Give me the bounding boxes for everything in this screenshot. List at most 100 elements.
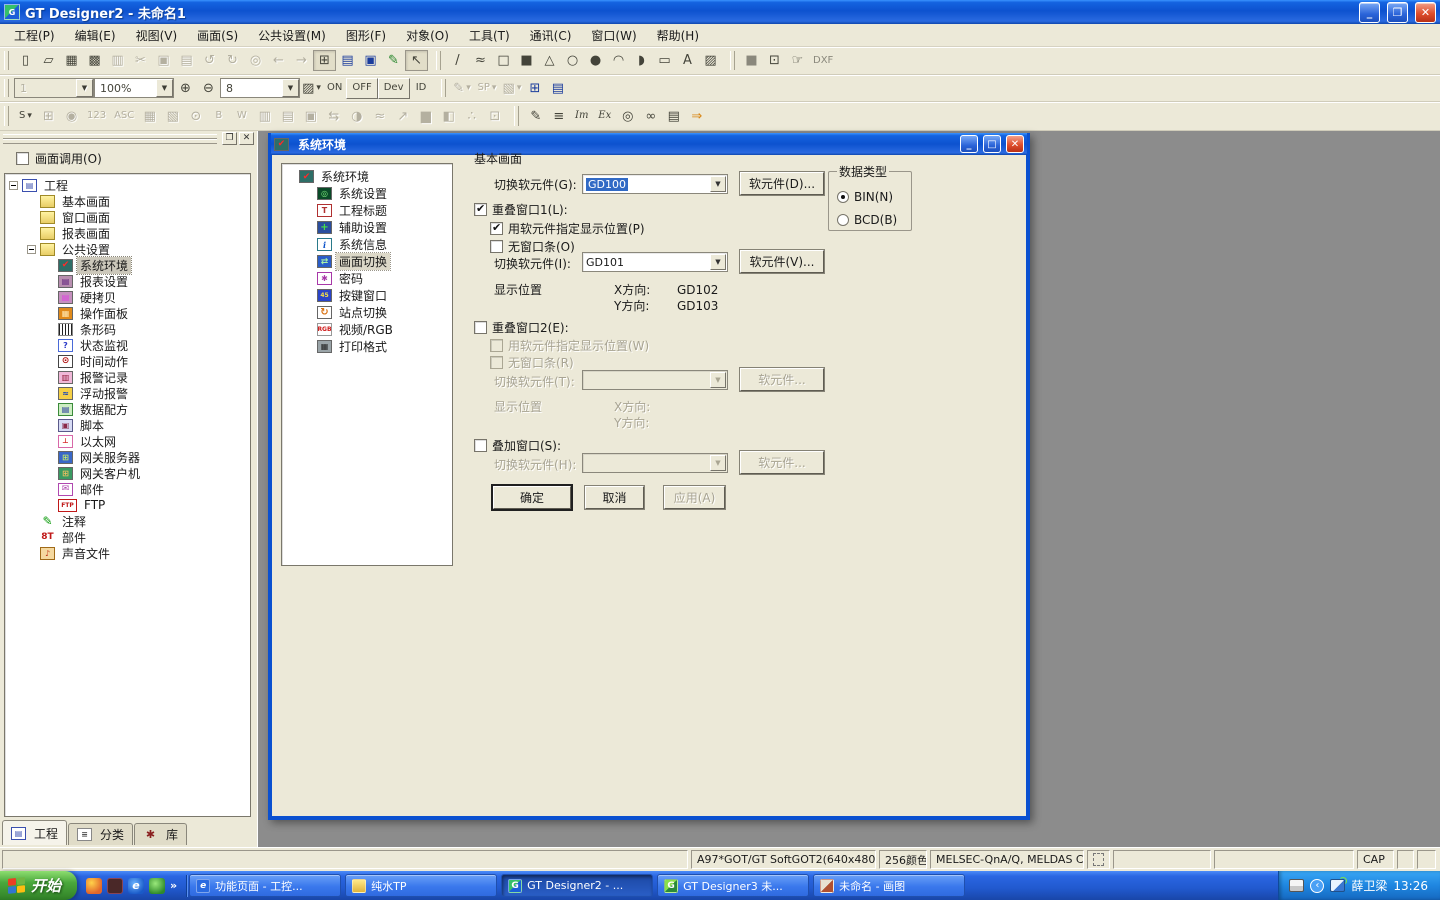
internet-explorer-icon[interactable]: e: [128, 878, 144, 894]
dxf-icon[interactable]: DXF: [809, 50, 837, 71]
next-screen-icon[interactable]: →: [290, 50, 313, 71]
tree-item[interactable]: ▦ 操作面板: [5, 305, 250, 321]
dropdown-arrow-icon[interactable]: [710, 254, 726, 270]
settings-tree-item[interactable]: ◎ 系统设置: [282, 185, 452, 202]
numerical-display-icon[interactable]: 123: [83, 106, 110, 127]
minimize-button[interactable]: _: [1359, 2, 1380, 23]
tree-item[interactable]: ✎ 注释: [5, 513, 250, 529]
save-as-icon[interactable]: ▩: [83, 50, 106, 71]
keyboard-icon[interactable]: ▤: [662, 106, 685, 127]
tree-item[interactable]: ♪ 声音文件: [5, 545, 250, 561]
parts-display-icon[interactable]: ▣: [299, 106, 322, 127]
fill-pattern-icon[interactable]: ▧: [500, 78, 523, 99]
taskbar-task[interactable]: e 功能页面 - 工控...: [189, 874, 341, 897]
settings-tree-item[interactable]: RGB 视频/RGB: [282, 321, 452, 338]
cascade-windows-icon[interactable]: ▣: [359, 50, 382, 71]
workspace-tab[interactable]: ≡ 分类: [68, 823, 133, 845]
menu-item[interactable]: 对象(O): [396, 25, 459, 46]
tree-item[interactable]: 条形码: [5, 321, 250, 337]
settings-tree-item[interactable]: ✱ 密码: [282, 270, 452, 287]
device-v-button[interactable]: 软元件(V)...: [740, 250, 824, 273]
media-app-icon[interactable]: [149, 878, 165, 894]
tree-item[interactable]: 报表画面: [5, 225, 250, 241]
touch-key-icon[interactable]: ⊡: [483, 106, 506, 127]
lamp-icon[interactable]: ◉: [60, 106, 83, 127]
settings-tree-item[interactable]: ↻ 站点切换: [282, 304, 452, 321]
settings-tree-item[interactable]: ⇄ 画面切换: [282, 253, 452, 270]
bit-comment-icon[interactable]: B: [207, 106, 230, 127]
sp-style-icon[interactable]: SP: [474, 78, 501, 99]
messenger-icon[interactable]: [86, 878, 102, 894]
overlap1-switch-device-combo[interactable]: GD101: [582, 252, 728, 272]
tree-item[interactable]: ✉ 邮件: [5, 481, 250, 497]
circle-icon[interactable]: ○: [561, 50, 584, 71]
keyboard-icon[interactable]: [1289, 879, 1304, 892]
more-icons-chevron[interactable]: »: [170, 878, 177, 894]
tree-item[interactable]: FTP FTP: [5, 497, 250, 513]
word-comment-icon[interactable]: W: [230, 106, 253, 127]
start-button[interactable]: 开始: [0, 871, 77, 900]
line-graph-icon[interactable]: ↗: [391, 106, 414, 127]
import-icon[interactable]: Im: [570, 106, 593, 127]
switch-icon[interactable]: ⊞: [37, 106, 60, 127]
panel-grip[interactable]: ❐ ✕: [0, 131, 257, 147]
rectangle-icon[interactable]: □: [492, 50, 515, 71]
stamp-dropdown[interactable]: S: [14, 106, 37, 127]
print-icon[interactable]: ▥: [106, 50, 129, 71]
taskbar-task[interactable]: G GT Designer2 - ...: [501, 874, 653, 897]
taskbar-task[interactable]: 纯水TP: [345, 874, 497, 897]
library-editor-icon[interactable]: ✎: [524, 106, 547, 127]
data-list-icon[interactable]: ▤: [546, 78, 569, 99]
ime-label[interactable]: 薛卫梁: [1351, 877, 1387, 894]
settings-tree-item[interactable]: ✔ 系统环境: [282, 168, 452, 185]
tree-item[interactable]: ? 状态监视: [5, 337, 250, 353]
on-label[interactable]: ON: [323, 78, 346, 99]
scale-icon[interactable]: ▭: [653, 50, 676, 71]
open-file-icon[interactable]: ▱: [37, 50, 60, 71]
find-device-icon[interactable]: ∞: [639, 106, 662, 127]
menu-item[interactable]: 工具(T): [459, 25, 520, 46]
alarm-history-icon[interactable]: ▥: [253, 106, 276, 127]
specify-position1-checkbox[interactable]: [490, 222, 503, 235]
zoom-out-icon[interactable]: ⊖: [197, 78, 220, 99]
time-display-icon[interactable]: ▧: [161, 106, 184, 127]
sector-icon[interactable]: ◗: [630, 50, 653, 71]
parts-movement-icon[interactable]: ⇆: [322, 106, 345, 127]
alarm-list-icon[interactable]: ▤: [276, 106, 299, 127]
settings-tree-item[interactable]: T 工程标题: [282, 202, 452, 219]
screen-call-checkbox[interactable]: [16, 152, 29, 165]
network-icon[interactable]: [1330, 879, 1345, 892]
tree-item[interactable]: ▣ 脚本: [5, 417, 250, 433]
menu-item[interactable]: 工程(P): [4, 25, 65, 46]
menu-item[interactable]: 图形(F): [336, 25, 396, 46]
ok-button[interactable]: 确定: [493, 486, 571, 509]
zoom-combo[interactable]: 100%: [94, 78, 174, 98]
tree-item[interactable]: ▤ 硬拷贝: [5, 289, 250, 305]
panel-close-button[interactable]: ✕: [239, 132, 254, 145]
screen-property-icon[interactable]: ⊞: [523, 78, 546, 99]
export-icon[interactable]: Ex: [593, 106, 616, 127]
tree-item[interactable]: ▤ 工程: [5, 177, 250, 193]
panelmeter-icon[interactable]: ◑: [345, 106, 368, 127]
snap-combo[interactable]: 8: [220, 78, 300, 98]
cancel-button[interactable]: 取消: [585, 486, 644, 509]
tree-item[interactable]: ▥ 报警记录: [5, 369, 250, 385]
bar-graph-icon[interactable]: ▆: [414, 106, 437, 127]
menu-item[interactable]: 画面(S): [187, 25, 248, 46]
tree-item[interactable]: ▤ 报表设置: [5, 273, 250, 289]
touch-area-icon[interactable]: ☞: [786, 50, 809, 71]
tree-item[interactable]: 8T 部件: [5, 529, 250, 545]
bcd-radio[interactable]: [837, 214, 849, 226]
superimpose-window-checkbox[interactable]: [474, 439, 487, 452]
restore-button[interactable]: ❐: [1387, 2, 1408, 23]
workspace-tab[interactable]: ▤ 工程: [2, 820, 67, 845]
tree-item[interactable]: ⊞ 网关客户机: [5, 465, 250, 481]
expander-icon[interactable]: [9, 181, 18, 190]
data-view-icon[interactable]: ▤: [336, 50, 359, 71]
settings-tree-item[interactable]: ▦ 打印格式: [282, 338, 452, 355]
taskbar-task[interactable]: 未命名 - 画图: [813, 874, 965, 897]
settings-tree-item[interactable]: + 辅助设置: [282, 219, 452, 236]
undo-icon[interactable]: ↺: [198, 50, 221, 71]
previous-screen-icon[interactable]: ←: [267, 50, 290, 71]
date-display-icon[interactable]: ▦: [138, 106, 161, 127]
